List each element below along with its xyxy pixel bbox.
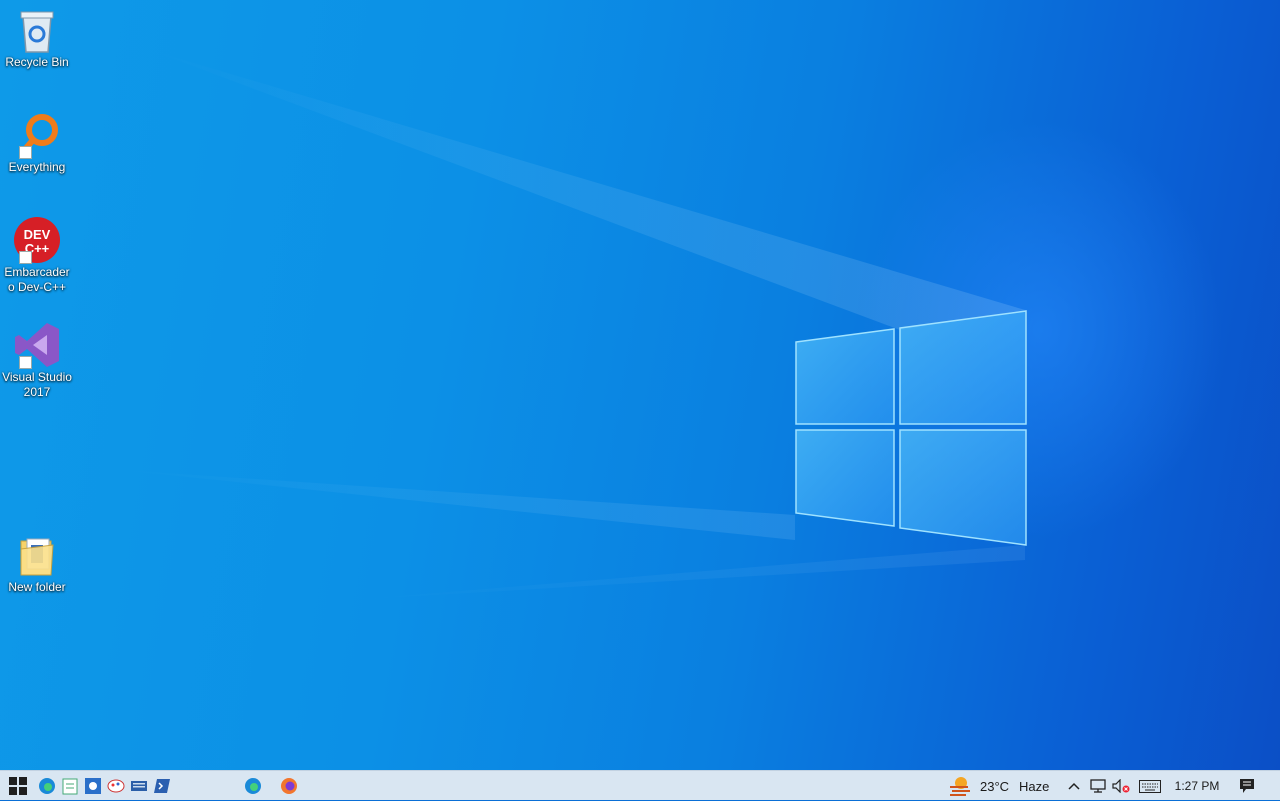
desktop-icon-recycle-bin[interactable]: Recycle Bin	[0, 0, 74, 70]
weather-haze-icon	[950, 777, 970, 796]
shortcut-arrow-icon	[19, 146, 32, 159]
devcpp-icon: DEV C++	[13, 216, 61, 264]
show-hidden-icons-button[interactable]	[1064, 771, 1084, 801]
taskbar-edge-window-button[interactable]	[241, 771, 265, 801]
notepad-icon	[62, 778, 78, 795]
everything-icon	[13, 111, 61, 159]
svg-text:DEV: DEV	[24, 227, 51, 242]
desktop-wallpaper	[0, 0, 1280, 770]
visual-studio-icon	[13, 321, 61, 369]
desktop-icon-label: Visual Studio 2017	[2, 370, 72, 399]
desktop-icon-label: Embarcadero Dev-C++	[4, 265, 70, 294]
folder-icon	[13, 531, 61, 579]
powershell-icon	[154, 779, 170, 793]
taskbar-keyboard-app-button[interactable]	[128, 771, 150, 801]
paint-icon	[107, 779, 125, 793]
edge-icon	[245, 778, 261, 794]
start-icon	[9, 777, 27, 795]
desktop-icon-label: Recycle Bin	[5, 55, 69, 69]
firefox-icon	[281, 778, 297, 794]
logo-pane-tr	[899, 310, 1027, 425]
recycle-bin-icon	[13, 6, 61, 54]
desktop-icon-devcpp[interactable]: DEV C++ Embarcadero Dev-C++	[0, 210, 74, 295]
touch-keyboard-icon	[1139, 779, 1161, 793]
touch-keyboard-button[interactable]	[1136, 771, 1164, 801]
start-button[interactable]	[4, 771, 32, 801]
weather-condition: Haze	[1019, 778, 1050, 794]
taskbar-firefox-button[interactable]	[277, 771, 301, 801]
keyboard-app-icon	[131, 781, 147, 791]
control-panel-icon	[85, 778, 101, 794]
shortcut-arrow-icon	[19, 356, 32, 369]
network-icon	[1090, 779, 1106, 793]
desktop-icon-label: Everything	[8, 160, 66, 174]
taskbar-edge-button[interactable]	[36, 771, 58, 801]
volume-button[interactable]	[1110, 771, 1132, 801]
desktop-icon-new-folder[interactable]: New folder	[0, 525, 74, 595]
weather-widget[interactable]: 23°C Haze	[948, 771, 1058, 801]
chevron-up-icon	[1068, 782, 1080, 790]
taskbar-control-panel-button[interactable]	[82, 771, 104, 801]
network-button[interactable]	[1087, 771, 1109, 801]
edge-icon	[39, 778, 55, 794]
notifications-icon	[1240, 779, 1254, 793]
volume-muted-icon	[1112, 779, 1130, 793]
clock-button[interactable]: 1:27 PM	[1168, 771, 1226, 801]
taskbar: 23°C Haze 1:27 PM	[0, 770, 1280, 800]
logo-pane-bl	[795, 429, 895, 527]
logo-pane-tl	[795, 328, 895, 425]
taskbar-notepad-button[interactable]	[59, 771, 81, 801]
shortcut-arrow-icon	[19, 251, 32, 264]
taskbar-paint-button[interactable]	[105, 771, 127, 801]
desktop-icon-visual-studio[interactable]: Visual Studio 2017	[0, 315, 74, 400]
weather-temperature: 23°C	[980, 778, 1010, 794]
action-center-button[interactable]	[1234, 771, 1260, 801]
clock-time: 1:27 PM	[1174, 779, 1220, 793]
logo-pane-br	[899, 429, 1027, 546]
taskbar-powershell-button[interactable]	[151, 771, 173, 801]
desktop-icon-label: New folder	[8, 580, 66, 594]
desktop-icon-everything[interactable]: Everything	[0, 105, 74, 175]
